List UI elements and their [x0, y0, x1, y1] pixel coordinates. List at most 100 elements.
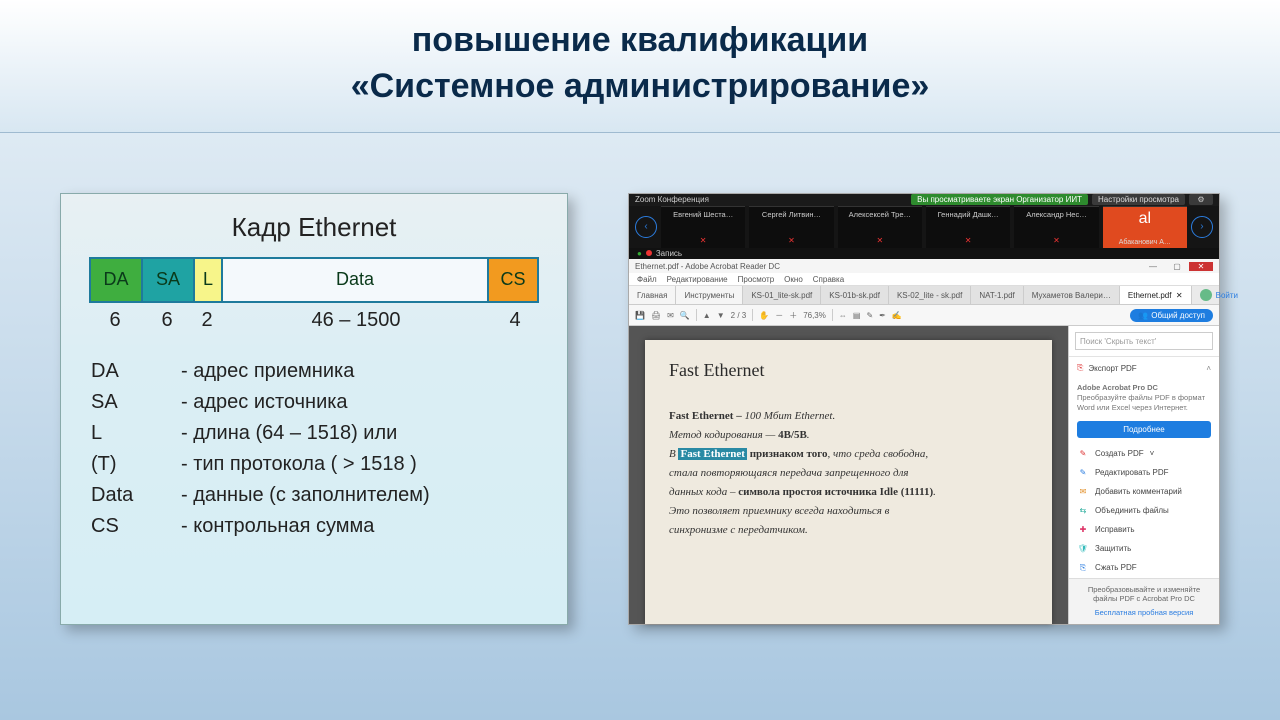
side-tool-item[interactable]: ⇆Объединить файлы [1069, 501, 1219, 520]
zoom-level[interactable]: 76,3% [803, 311, 826, 320]
pdf-icon: ⎘ [1077, 363, 1083, 373]
page-up-icon[interactable]: ▲ [703, 311, 711, 320]
frame-field-sa: SA [143, 259, 195, 301]
side-tool-item[interactable]: ✚Исправить [1069, 520, 1219, 539]
fit-page-icon[interactable]: ▤ [853, 311, 861, 320]
legend-val: - тип протокола ( > 1518 ) [181, 449, 417, 480]
zoom-participant[interactable]: Евгений Шеста…✕ [661, 206, 745, 248]
legend-row: DA- адрес приемника [91, 356, 537, 387]
size-da: 6 [89, 309, 141, 332]
comment-pdf-icon: ✉ [1077, 487, 1089, 496]
tab-file[interactable]: NAT-1.pdf [971, 286, 1023, 304]
print-icon[interactable]: 🖨 [651, 311, 661, 320]
sign-icon[interactable]: ✍ [892, 311, 902, 320]
hand-tool-icon[interactable]: ✋ [759, 311, 769, 320]
chevron-down-icon: ˅ [1150, 449, 1155, 458]
window-minimize-icon[interactable]: — [1141, 262, 1165, 271]
zoom-participant[interactable]: Геннадий Дашк…✕ [926, 206, 1010, 248]
ethernet-frame-panel: Кадр Ethernet DA SA L Data CS 6 6 2 46 –… [60, 193, 568, 625]
side-trial-link[interactable]: Бесплатная пробная версия [1075, 608, 1213, 618]
side-tool-item[interactable]: 🛡Защитить [1069, 539, 1219, 558]
side-tool-item[interactable]: ✉Добавить комментарий [1069, 482, 1219, 501]
zoom-prev-icon[interactable]: ‹ [635, 216, 657, 238]
save-icon[interactable]: 💾 [635, 311, 645, 320]
side-tool-item[interactable]: ✎Создать PDF˅ [1069, 444, 1219, 463]
title-line2: «Системное администрирование» [351, 67, 930, 105]
zoom-out-icon[interactable]: － [775, 310, 783, 321]
comment-icon[interactable]: ✎ [866, 311, 873, 320]
mute-icon: ✕ [876, 236, 883, 245]
menu-item[interactable]: Редактирование [667, 275, 728, 284]
page-down-icon[interactable]: ▼ [717, 311, 725, 320]
acrobat-sidepanel: Поиск 'Скрыть текст' ⎘ Экспорт PDF ˄ Ado… [1068, 326, 1219, 624]
tab-file-active[interactable]: Ethernet.pdf ✕ [1120, 286, 1192, 304]
frame-field-data: Data [223, 259, 489, 301]
doc-line: синхронизме с передатчиком. [669, 523, 1028, 539]
compress-icon: ⎘ [1077, 563, 1089, 573]
zoom-in-icon[interactable]: ＋ [789, 310, 797, 321]
mute-icon: ✕ [788, 236, 795, 245]
people-icon: 👥 [1138, 311, 1148, 320]
slide-title: повышение квалификации «Системное админи… [0, 18, 1280, 110]
tab-file[interactable]: KS-01_lite-sk.pdf [743, 286, 821, 304]
menu-item[interactable]: Окно [784, 275, 803, 284]
acrobat-doc-title: Ethernet.pdf - Adobe Acrobat Reader DC [635, 262, 780, 271]
combine-files-icon: ⇆ [1077, 506, 1089, 515]
zoom-participant[interactable]: Александр Нес…✕ [1014, 206, 1098, 248]
search-icon[interactable]: 🔍 [680, 311, 690, 320]
frame-field-cs: CS [489, 259, 537, 301]
legend-key: L [91, 418, 181, 449]
side-cta-button[interactable]: Подробнее [1077, 421, 1211, 438]
legend-row: Data- данные (с заполнителем) [91, 480, 537, 511]
doc-highlight: Fast Ethernet [678, 448, 746, 460]
side-export-header[interactable]: ⎘ Экспорт PDF ˄ [1069, 356, 1219, 379]
zoom-titlebar: Zoom Конференция Вы просматриваете экран… [629, 194, 1219, 206]
tab-file[interactable]: Мухаметов Валери… [1024, 286, 1120, 304]
legend-val: - длина (64 – 1518) или [181, 418, 397, 449]
share-button[interactable]: 👥Общий доступ [1130, 309, 1213, 322]
tab-home[interactable]: Главная [629, 286, 676, 304]
frame-legend: DA- адрес приемника SA- адрес источника … [91, 356, 537, 542]
zoom-participant-active[interactable]: alАбаканович А… [1103, 206, 1187, 248]
zoom-participant[interactable]: Алексексей Тре…✕ [838, 206, 922, 248]
document-page: Fast Ethernet Fast Ethernet – 100 Мбит E… [645, 340, 1052, 624]
zoom-participant[interactable]: Сергей Литвин…✕ [749, 206, 833, 248]
menu-item[interactable]: Просмотр [738, 275, 775, 284]
avatar-icon [1200, 289, 1212, 301]
legend-key: (T) [91, 449, 181, 480]
size-cs: 4 [491, 309, 539, 332]
ethernet-frame-diagram: DA SA L Data CS [89, 257, 539, 303]
side-tool-item[interactable]: ⎘Сжать PDF [1069, 558, 1219, 578]
zoom-next-icon[interactable]: › [1191, 216, 1213, 238]
menu-item[interactable]: Справка [813, 275, 844, 284]
side-tool-item[interactable]: ✎Редактировать PDF [1069, 463, 1219, 482]
zoom-share-banner[interactable]: Вы просматриваете экран Организатор ИИТ [911, 194, 1088, 205]
zoom-view-options[interactable]: Настройки просмотра [1092, 194, 1185, 205]
window-maximize-icon[interactable]: ▢ [1165, 262, 1189, 271]
menu-item[interactable]: Файл [637, 275, 657, 284]
document-viewport[interactable]: Fast Ethernet Fast Ethernet – 100 Мбит E… [629, 326, 1068, 624]
zoom-recording-label: Запись [656, 249, 682, 258]
zoom-settings-icon[interactable]: ⚙ [1189, 194, 1213, 205]
zoom-gallery: ‹ Евгений Шеста…✕ Сергей Литвин…✕ Алексе… [629, 206, 1219, 248]
window-close-icon[interactable]: ✕ [1189, 262, 1213, 271]
frame-field-l: L [195, 259, 223, 301]
tab-file[interactable]: KS-02_lite - sk.pdf [889, 286, 971, 304]
tab-file[interactable]: KS-01b-sk.pdf [821, 286, 889, 304]
tab-tools[interactable]: Инструменты [676, 286, 743, 304]
edit-pdf-icon: ✎ [1077, 468, 1089, 477]
legend-row: SA- адрес источника [91, 387, 537, 418]
size-sa: 6 [141, 309, 193, 332]
zoom-window-title: Zoom Конференция [635, 195, 709, 204]
highlight-icon[interactable]: ✒ [879, 311, 886, 320]
doc-line: данных кода – символа простоя источника … [669, 485, 1028, 501]
sign-in-button[interactable]: Войти [1192, 286, 1246, 304]
side-search-input[interactable]: Поиск 'Скрыть текст' [1075, 332, 1213, 350]
mail-icon[interactable]: ✉ [667, 311, 674, 320]
legend-key: CS [91, 511, 181, 542]
acrobat-tabs: Главная Инструменты KS-01_lite-sk.pdf KS… [629, 286, 1219, 305]
doc-heading: Fast Ethernet [669, 360, 1028, 381]
fit-width-icon[interactable]: ⇔ [839, 311, 847, 320]
side-promo: Adobe Acrobat Pro DC Преобразуйте файлы … [1069, 379, 1219, 418]
legend-val: - адрес приемника [181, 356, 354, 387]
